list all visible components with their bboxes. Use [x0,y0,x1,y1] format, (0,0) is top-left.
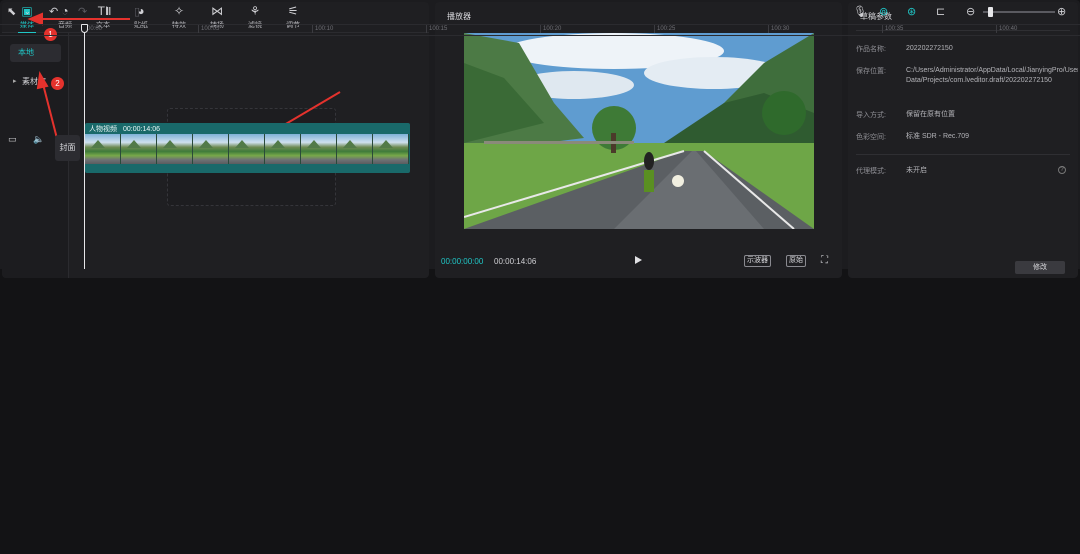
redo-icon[interactable]: ↷ [78,5,87,18]
track-mute-icon[interactable]: 🔈 [33,134,44,145]
clip-frame [157,134,193,164]
draft-properties-panel: 草稿参数 作品名称: 202202272150 保存位置: C:/Users/A… [848,2,1078,278]
clip-label: 人物视频 00:00:14:06 [89,124,160,134]
microphone-icon[interactable]: 🎙 [853,5,867,18]
clip-thumbnails [85,134,410,164]
prop-save-location: 保存位置: C:/Users/Administrator/AppData/Loc… [856,66,1078,84]
play-icon[interactable] [635,256,642,264]
prop-proxy-mode: 代理模式: 未开启 [856,166,927,176]
clip-frame [85,134,121,164]
cover-button[interactable]: 封面 [55,135,80,161]
ruler-tick: 100:30 [768,25,789,33]
current-timecode: 00:00:00:00 [441,257,484,266]
prop-value: C:/Users/Administrator/AppData/Local/Jia… [906,67,1078,84]
prop-label: 导入方式: [856,112,886,119]
zoom-slider-handle[interactable] [988,7,993,17]
prop-label: 色彩空间: [856,134,886,141]
zoom-slider-track[interactable] [983,11,1055,13]
fullscreen-icon[interactable]: ⛶ [821,255,828,266]
player-panel: 播放器 00:00:00:00 00:00:14:06 示波器 原始 ⛶ [435,2,842,278]
scope-button[interactable]: 示波器 [744,255,771,267]
ruler-tick: 100:05 [198,25,219,33]
prop-label: 作品名称: [856,46,886,53]
clip-frame [229,134,265,164]
total-timecode: 00:00:14:06 [494,257,537,266]
clip-frame [337,134,373,164]
track-visibility-icon[interactable]: ▭ [8,134,17,145]
preview-axis-icon[interactable]: ⊏ [936,5,945,18]
chevron-down-icon[interactable]: ⌄ [24,7,31,16]
clip-frame [121,134,157,164]
clip-frame [193,134,229,164]
ruler-tick: 100:40 [996,25,1017,33]
clip-duration: 00:00:14:06 [123,126,160,133]
undo-icon[interactable]: ↶ [49,5,58,18]
video-preview[interactable] [464,33,814,229]
playhead[interactable] [84,24,85,269]
split-icon[interactable]: Ⅱ [106,5,111,18]
annotation-badge-2: 2 [51,77,64,90]
prop-value: 标准 SDR - Rec.709 [906,133,970,140]
time-ruler[interactable]: 00:00 100:05 100:10 100:15 100:20 100:25… [0,24,1080,36]
player-controls: 00:00:00:00 00:00:14:06 示波器 原始 ⛶ [435,252,842,272]
prop-value: 保留在原有位置 [906,111,955,118]
divider [856,154,1070,155]
clip-name: 人物视频 [89,126,117,133]
prop-import-mode: 导入方式: 保留在原有位置 [856,110,955,120]
delete-icon[interactable]: ▯ [134,5,140,18]
clip-frame [265,134,301,164]
nav-local[interactable]: 本地 [10,44,61,62]
select-cursor-icon[interactable]: ⬉ [7,5,16,18]
edit-button[interactable]: 修改 [1015,261,1065,274]
prop-name: 作品名称: 202202272150 [856,44,953,54]
link-icon[interactable]: ⊛ [907,5,916,18]
main-track-magnet-icon[interactable]: ⊚ [879,5,888,18]
ruler-tick: 100:20 [540,25,561,33]
video-frame [464,33,814,229]
zoom-out-icon[interactable]: ⊖ [966,5,975,18]
prop-value: 未开启 [906,167,927,174]
video-clip[interactable]: 人物视频 00:00:14:06 [85,123,410,173]
ruler-tick: 100:15 [426,25,447,33]
zoom-in-icon[interactable]: ⊕ [1057,5,1066,18]
ratio-button[interactable]: 原始 [786,255,806,267]
timeline-toolbar: ⬉ ⌄ ↶ ↷ Ⅱ ▯ 🎙 ⊚ ⊛ ⊏ ⊖ ⊕ [0,0,1080,24]
prop-color-space: 色彩空间: 标准 SDR - Rec.709 [856,132,969,142]
ruler-tick: 100:10 [312,25,333,33]
ruler-tick: 100:35 [882,25,903,33]
clip-frame [373,134,409,164]
prop-value: 202202272150 [906,45,953,52]
playhead-handle[interactable] [81,24,88,33]
help-icon[interactable]: ? [1058,166,1066,174]
prop-label: 代理模式: [856,168,886,175]
prop-label: 保存位置: [856,68,886,75]
clip-frame [301,134,337,164]
ruler-tick: 100:25 [654,25,675,33]
